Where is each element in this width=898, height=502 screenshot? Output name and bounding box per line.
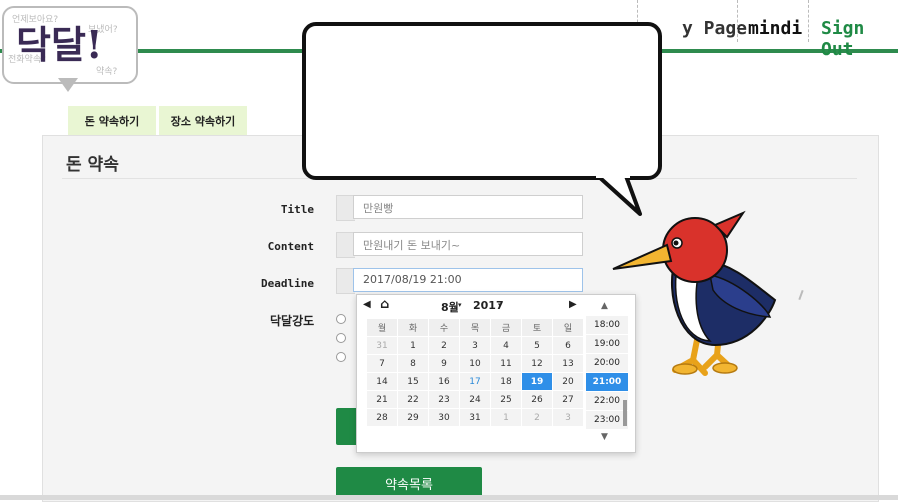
calendar-day[interactable]: 18 bbox=[490, 372, 522, 391]
strength-label: 닥달강도 bbox=[270, 314, 315, 328]
weekday-label: 토 bbox=[521, 318, 553, 337]
weekday-label: 일 bbox=[552, 318, 584, 337]
calendar-day[interactable]: 9 bbox=[428, 354, 460, 373]
weekday-label: 수 bbox=[428, 318, 460, 337]
calendar-day[interactable]: 1 bbox=[397, 336, 429, 355]
woodpecker-mascot-icon bbox=[612, 210, 777, 376]
calendar-day[interactable]: 15 bbox=[397, 372, 429, 391]
speech-bubble bbox=[302, 22, 662, 180]
logo-text: 닥달! bbox=[16, 22, 103, 67]
time-option[interactable]: 22:00 bbox=[586, 392, 628, 411]
nav-separator bbox=[737, 0, 739, 42]
chevron-down-icon: ▾ bbox=[498, 301, 502, 309]
calendar-day[interactable]: 2 bbox=[521, 408, 553, 427]
content-input[interactable]: 만원내기 돈 보내기~ bbox=[353, 232, 583, 256]
calendar-day[interactable]: 28 bbox=[366, 408, 398, 427]
calendar-grid: 월 화 수 목 금 토 일 31 1 2 3 4 5 6 7 8 9 10 11… bbox=[366, 318, 584, 427]
logo-bubble-tail bbox=[58, 78, 78, 92]
weekday-label: 목 bbox=[459, 318, 491, 337]
chevron-down-icon: ▾ bbox=[458, 301, 462, 309]
calendar-day[interactable]: 12 bbox=[521, 354, 553, 373]
home-icon[interactable]: ⌂ bbox=[380, 297, 389, 312]
title-label: Title bbox=[280, 203, 314, 216]
calendar-day[interactable]: 25 bbox=[490, 390, 522, 409]
calendar-day[interactable]: 10 bbox=[459, 354, 491, 373]
calendar-day[interactable]: 29 bbox=[397, 408, 429, 427]
calendar-day[interactable]: 6 bbox=[552, 336, 584, 355]
next-month-icon[interactable]: ▶ bbox=[569, 299, 577, 310]
calendar-day[interactable]: 14 bbox=[366, 372, 398, 391]
calendar-day[interactable]: 31 bbox=[366, 336, 398, 355]
calendar-day[interactable]: 27 bbox=[552, 390, 584, 409]
footer-divider bbox=[0, 495, 898, 500]
logo[interactable]: 언제보아요? 전화약속? 보냈어? 약속? 닥달! bbox=[2, 6, 138, 84]
time-option[interactable]: 23:00 bbox=[586, 411, 628, 430]
username-link[interactable]: mindi bbox=[748, 18, 802, 39]
strength-radio[interactable] bbox=[336, 352, 346, 362]
deadline-label: Deadline bbox=[261, 277, 314, 290]
calendar-day[interactable]: 4 bbox=[490, 336, 522, 355]
tab-money-promise[interactable]: 돈 약속하기 bbox=[68, 106, 156, 135]
title-input[interactable]: 만원빵 bbox=[353, 195, 583, 219]
nav-separator bbox=[808, 0, 810, 42]
calendar-day[interactable]: 13 bbox=[552, 354, 584, 373]
weekday-label: 금 bbox=[490, 318, 522, 337]
prev-month-icon[interactable]: ◀ bbox=[363, 299, 371, 310]
calendar-day[interactable]: 30 bbox=[428, 408, 460, 427]
calendar-day[interactable]: 11 bbox=[490, 354, 522, 373]
tab-place-promise[interactable]: 장소 약속하기 bbox=[159, 106, 247, 135]
calendar-day[interactable]: 21 bbox=[366, 390, 398, 409]
weekday-label: 월 bbox=[366, 318, 398, 337]
calendar-day[interactable]: 24 bbox=[459, 390, 491, 409]
content-label: Content bbox=[267, 240, 314, 253]
deadline-input[interactable]: 2017/08/19 21:00 bbox=[353, 268, 583, 292]
calendar-day[interactable]: 7 bbox=[366, 354, 398, 373]
calendar-day[interactable]: 20 bbox=[552, 372, 584, 391]
weekday-label: 화 bbox=[397, 318, 429, 337]
calendar-day[interactable]: 26 bbox=[521, 390, 553, 409]
page-title: 돈 약속 bbox=[66, 155, 119, 175]
sign-out-link[interactable]: Sign Out bbox=[821, 18, 898, 60]
strength-radio[interactable] bbox=[336, 333, 346, 343]
month-select[interactable]: 8월 bbox=[441, 299, 459, 315]
calendar-day[interactable]: 2 bbox=[428, 336, 460, 355]
calendar-day[interactable]: 23 bbox=[428, 390, 460, 409]
time-scrollbar[interactable] bbox=[623, 400, 627, 426]
calendar-day-today[interactable]: 17 bbox=[459, 372, 491, 391]
calendar-day[interactable]: 1 bbox=[490, 408, 522, 427]
strength-radio[interactable] bbox=[336, 314, 346, 324]
calendar-day-selected[interactable]: 19 bbox=[521, 372, 553, 391]
calendar-day[interactable]: 16 bbox=[428, 372, 460, 391]
calendar-day[interactable]: 5 bbox=[521, 336, 553, 355]
calendar-day[interactable]: 3 bbox=[552, 408, 584, 427]
calendar-day[interactable]: 8 bbox=[397, 354, 429, 373]
time-scroll-down-icon[interactable]: ▼ bbox=[601, 432, 608, 442]
calendar-day[interactable]: 22 bbox=[397, 390, 429, 409]
calendar-day[interactable]: 31 bbox=[459, 408, 491, 427]
calendar-day[interactable]: 3 bbox=[459, 336, 491, 355]
